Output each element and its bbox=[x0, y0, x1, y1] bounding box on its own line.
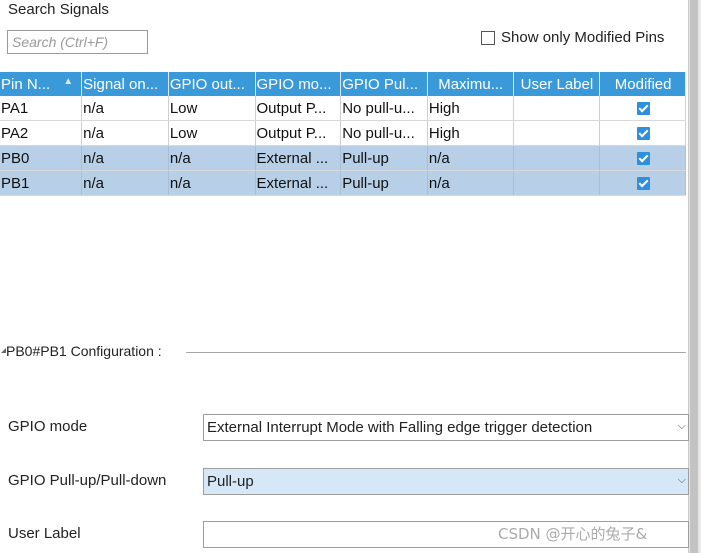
cell-signal: n/a bbox=[81, 170, 169, 196]
pin-table: Pin N... ▲ Signal on... GPIO out... GPIO … bbox=[0, 72, 686, 196]
cell-gpio-output: Low bbox=[168, 120, 256, 146]
gpio-pull-label: GPIO Pull-up/Pull-down bbox=[8, 472, 167, 489]
table-row[interactable]: PB1 n/a n/a External ... Pull-up n/a bbox=[0, 170, 686, 196]
cell-pin: PA2 bbox=[0, 120, 83, 146]
cell-gpio-mode: Output P... bbox=[255, 96, 342, 121]
column-header-signal[interactable]: Signal on... bbox=[81, 72, 169, 96]
column-header-label: Pin N... bbox=[1, 75, 51, 93]
checkbox-unchecked-icon[interactable] bbox=[481, 30, 495, 45]
cell-signal: n/a bbox=[81, 145, 169, 171]
gpio-pull-select[interactable]: Pull-up ⌵ bbox=[203, 468, 689, 495]
show-modified-label: Show only Modified Pins bbox=[501, 29, 665, 46]
cell-max-speed: High bbox=[427, 120, 514, 146]
column-header-gpio-mode[interactable]: GPIO mo... bbox=[255, 72, 342, 96]
cell-pin: PB1 bbox=[0, 170, 83, 196]
cell-gpio-output: n/a bbox=[168, 170, 256, 196]
cell-modified bbox=[599, 170, 686, 196]
checkbox-checked-icon[interactable] bbox=[636, 127, 650, 141]
cell-modified bbox=[599, 145, 686, 171]
table-row[interactable]: PA1 n/a Low Output P... No pull-u... High bbox=[0, 96, 686, 121]
gpio-mode-select[interactable]: External Interrupt Mode with Falling edg… bbox=[203, 414, 689, 441]
chevron-down-icon[interactable]: ⌵ bbox=[678, 474, 686, 487]
user-label-label: User Label bbox=[8, 525, 81, 542]
cell-gpio-pull: No pull-u... bbox=[340, 96, 428, 121]
cell-max-speed: n/a bbox=[427, 170, 514, 196]
search-input[interactable] bbox=[7, 30, 148, 54]
show-modified-pins-checkbox[interactable]: Show only Modified Pins bbox=[481, 29, 664, 46]
gpio-pull-value: Pull-up bbox=[207, 473, 254, 490]
sort-ascending-icon[interactable]: ▲ bbox=[63, 76, 73, 87]
cell-max-speed: High bbox=[427, 96, 514, 121]
table-body: PA1 n/a Low Output P... No pull-u... High PA2 n… bbox=[0, 96, 686, 196]
cell-gpio-mode: Output P... bbox=[255, 120, 342, 146]
column-header-gpio-pull[interactable]: GPIO Pul... bbox=[340, 72, 428, 96]
search-signals-title: Search Signals bbox=[8, 1, 109, 18]
gpio-mode-label: GPIO mode bbox=[8, 418, 88, 435]
cell-gpio-output: n/a bbox=[168, 145, 256, 171]
table-row[interactable]: PA2 n/a Low Output P... No pull-u... High bbox=[0, 120, 686, 146]
table-row[interactable]: PB0 n/a n/a External ... Pull-up n/a bbox=[0, 145, 686, 171]
cell-gpio-pull: No pull-u... bbox=[340, 120, 428, 146]
checkbox-checked-icon[interactable] bbox=[636, 177, 650, 191]
chevron-down-icon[interactable]: ⌵ bbox=[678, 420, 686, 433]
gpio-mode-value: External Interrupt Mode with Falling edg… bbox=[207, 419, 593, 436]
cell-signal: n/a bbox=[81, 96, 169, 121]
cell-max-speed: n/a bbox=[427, 145, 514, 171]
cell-user-label bbox=[513, 145, 601, 171]
checkbox-checked-icon[interactable] bbox=[636, 152, 650, 166]
cell-gpio-mode: External ... bbox=[255, 170, 342, 196]
cell-pin: PA1 bbox=[0, 96, 83, 121]
column-header-gpio-output[interactable]: GPIO out... bbox=[168, 72, 256, 96]
scrollbar-thumb[interactable] bbox=[690, 0, 698, 553]
cell-pin: PB0 bbox=[0, 145, 83, 171]
config-group-divider bbox=[186, 352, 686, 353]
cell-gpio-pull: Pull-up bbox=[340, 145, 428, 171]
cell-signal: n/a bbox=[81, 120, 169, 146]
column-header-modified[interactable]: Modified bbox=[599, 72, 686, 96]
column-header-user-label[interactable]: User Label bbox=[513, 72, 601, 96]
cell-gpio-pull: Pull-up bbox=[340, 170, 428, 196]
cell-gpio-mode: External ... bbox=[255, 145, 342, 171]
cell-user-label bbox=[513, 96, 601, 121]
cell-modified bbox=[599, 120, 686, 146]
cell-user-label bbox=[513, 170, 601, 196]
watermark: CSDN @开心的兔子& bbox=[498, 525, 648, 543]
column-header-max-speed[interactable]: Maximu... bbox=[427, 72, 514, 96]
cell-user-label bbox=[513, 120, 601, 146]
cell-gpio-output: Low bbox=[168, 96, 256, 121]
config-group-title: PB0#PB1 Configuration : bbox=[6, 343, 165, 359]
checkbox-checked-icon[interactable] bbox=[636, 102, 650, 116]
table-header-row: Pin N... ▲ Signal on... GPIO out... GPIO … bbox=[0, 72, 686, 96]
column-header-pin[interactable]: Pin N... ▲ bbox=[0, 72, 83, 96]
cell-modified bbox=[599, 96, 686, 121]
